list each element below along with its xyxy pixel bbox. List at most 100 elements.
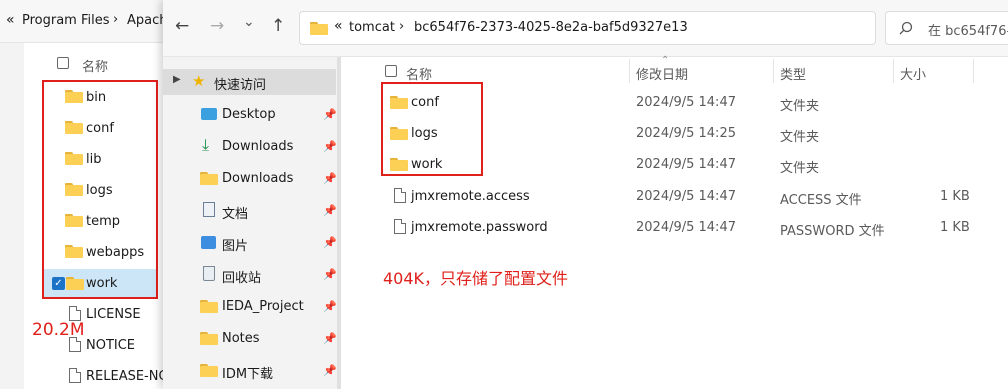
sidebar-label: IEDA_Project [222, 299, 304, 314]
left-address-bar[interactable]: « Program Files › Apache [0, 0, 176, 43]
folder-icon [310, 22, 328, 35]
sidebar-item-idm-downloads[interactable]: IDM下载 📌 [163, 357, 341, 385]
pin-icon[interactable]: 📌 [323, 300, 337, 314]
forward-button[interactable]: → [210, 16, 224, 36]
pin-icon[interactable]: 📌 [323, 108, 337, 122]
column-divider[interactable] [773, 59, 774, 83]
download-arrow-icon: ⤓ [202, 135, 210, 154]
folder-icon [200, 332, 218, 345]
sidebar-label: Desktop [222, 107, 276, 122]
column-header-type[interactable]: 类型 [780, 64, 806, 83]
folder-icon [200, 300, 218, 313]
sidebar-label: IDM下载 [222, 367, 274, 382]
file-name: LICENSE [86, 307, 141, 322]
sidebar-scrollbar[interactable] [337, 57, 341, 389]
address-segment-folder[interactable]: bc654f76-2373-4025-8e2a-baf5d9327e13 [414, 20, 688, 35]
size-annotation-left: 20.2M [32, 320, 85, 340]
file-date: 2024/9/5 14:25 [636, 126, 736, 141]
document-icon [203, 202, 215, 217]
sidebar-label: 图片 [222, 239, 249, 254]
pin-icon[interactable]: 📌 [323, 268, 337, 282]
file-icon [394, 219, 406, 234]
back-button[interactable]: ← [175, 16, 189, 36]
left-nav-strip [0, 43, 24, 389]
file-size: 1 KB [940, 189, 970, 204]
front-window: ← → ⌄ ↑ « tomcat › bc654f76-2373-4025-8e… [163, 0, 1008, 389]
select-all-checkbox[interactable] [57, 57, 69, 69]
left-window: « Program Files › Apache 名称 bin conf lib… [0, 0, 193, 389]
size-annotation-right: 404K，只存储了配置文件 [383, 269, 569, 288]
highlight-box-right [381, 82, 483, 176]
file-date: 2024/9/5 14:47 [636, 189, 736, 204]
sidebar-item-desktop[interactable]: Desktop 📌 [163, 101, 341, 129]
file-date: 2024/9/5 14:47 [636, 157, 736, 172]
sidebar-label: 文档 [222, 207, 249, 222]
sidebar-item-pictures[interactable]: 图片 📌 [163, 229, 341, 257]
file-icon [69, 368, 81, 383]
pin-icon[interactable]: 📌 [323, 140, 337, 154]
file-name: NOTICE [86, 338, 136, 353]
sidebar-label: Notes [222, 331, 260, 346]
sidebar-label: 快速访问 [214, 78, 267, 93]
file-icon [394, 188, 406, 203]
select-all-checkbox[interactable] [385, 65, 397, 77]
file-name: jmxremote.password [411, 220, 548, 235]
column-header-date[interactable]: 修改日期 [636, 64, 688, 83]
recycle-bin-icon [203, 266, 215, 281]
search-icon [899, 21, 913, 35]
address-segment-tomcat[interactable]: tomcat [349, 20, 395, 35]
sidebar-item-downloads-folder[interactable]: Downloads 📌 [163, 165, 341, 193]
expand-arrow-icon: ▶ [173, 74, 181, 85]
toolbar: ← → ⌄ ↑ « tomcat › bc654f76-2373-4025-8e… [163, 0, 1008, 57]
sidebar-item-documents[interactable]: 文档 📌 [163, 197, 341, 225]
breadcrumb-separator: › [113, 12, 119, 27]
pin-icon[interactable]: 📌 [323, 332, 337, 346]
address-bar[interactable]: « tomcat › bc654f76-2373-4025-8e2a-baf5d… [299, 11, 876, 45]
search-placeholder: 在 bc654f76-2... [928, 24, 1008, 39]
file-type: 文件夹 [780, 130, 820, 145]
file-type: 文件夹 [780, 161, 820, 176]
file-date: 2024/9/5 14:47 [636, 95, 736, 110]
file-row-jmxremote-password[interactable]: jmxremote.password 2024/9/5 14:47 PASSWO… [343, 212, 1008, 242]
address-prefix: « [334, 18, 343, 34]
column-divider[interactable] [893, 59, 894, 83]
pin-icon[interactable]: 📌 [323, 204, 337, 218]
address-separator: › [399, 19, 405, 34]
file-icon [69, 306, 81, 321]
pin-icon[interactable]: 📌 [323, 364, 337, 378]
sidebar-item-notes[interactable]: Notes 📌 [163, 325, 341, 353]
file-date: 2024/9/5 14:47 [636, 220, 736, 235]
file-name: jmxremote.access [411, 189, 530, 204]
file-type: ACCESS 文件 [780, 193, 862, 208]
picture-icon [201, 236, 216, 249]
file-row-jmxremote-access[interactable]: jmxremote.access 2024/9/5 14:47 ACCESS 文… [343, 181, 1008, 211]
up-button[interactable]: ↑ [271, 16, 285, 36]
recent-dropdown-button[interactable]: ⌄ [243, 14, 255, 30]
column-header-name[interactable]: 名称 [82, 56, 108, 75]
column-divider[interactable] [973, 59, 974, 83]
column-divider[interactable] [629, 59, 630, 83]
pin-icon[interactable]: 📌 [323, 172, 337, 186]
search-box[interactable]: 在 bc654f76-2... [885, 11, 1008, 45]
sidebar-label: Downloads [222, 171, 294, 186]
sidebar-quick-access[interactable]: ▶ ★ 快速访问 [163, 69, 336, 95]
breadcrumb-prefix: « [6, 12, 15, 28]
folder-icon [200, 172, 218, 185]
sidebar-label: Downloads [222, 139, 294, 154]
sidebar: ▶ ★ 快速访问 Desktop 📌 ⤓ Downloads 📌 Downloa… [163, 57, 341, 389]
sidebar-item-downloads[interactable]: ⤓ Downloads 📌 [163, 133, 341, 161]
sidebar-label: 回收站 [222, 271, 262, 286]
star-icon: ★ [192, 72, 206, 90]
column-header-name[interactable]: 名称 [406, 64, 432, 83]
pin-icon[interactable]: 📌 [323, 236, 337, 250]
file-size: 1 KB [940, 220, 970, 235]
sidebar-item-recycle-bin[interactable]: 回收站 📌 [163, 261, 341, 289]
file-list-header: 名称 ⌃ 修改日期 类型 大小 [343, 55, 1008, 85]
column-header-size[interactable]: 大小 [900, 64, 926, 83]
breadcrumb-program-files[interactable]: Program Files [22, 13, 110, 28]
desktop-icon [201, 108, 217, 120]
highlight-box-left [42, 80, 158, 299]
folder-icon [200, 364, 218, 377]
file-type: PASSWORD 文件 [780, 224, 885, 239]
sidebar-item-ieda-project[interactable]: IEDA_Project 📌 [163, 293, 341, 321]
